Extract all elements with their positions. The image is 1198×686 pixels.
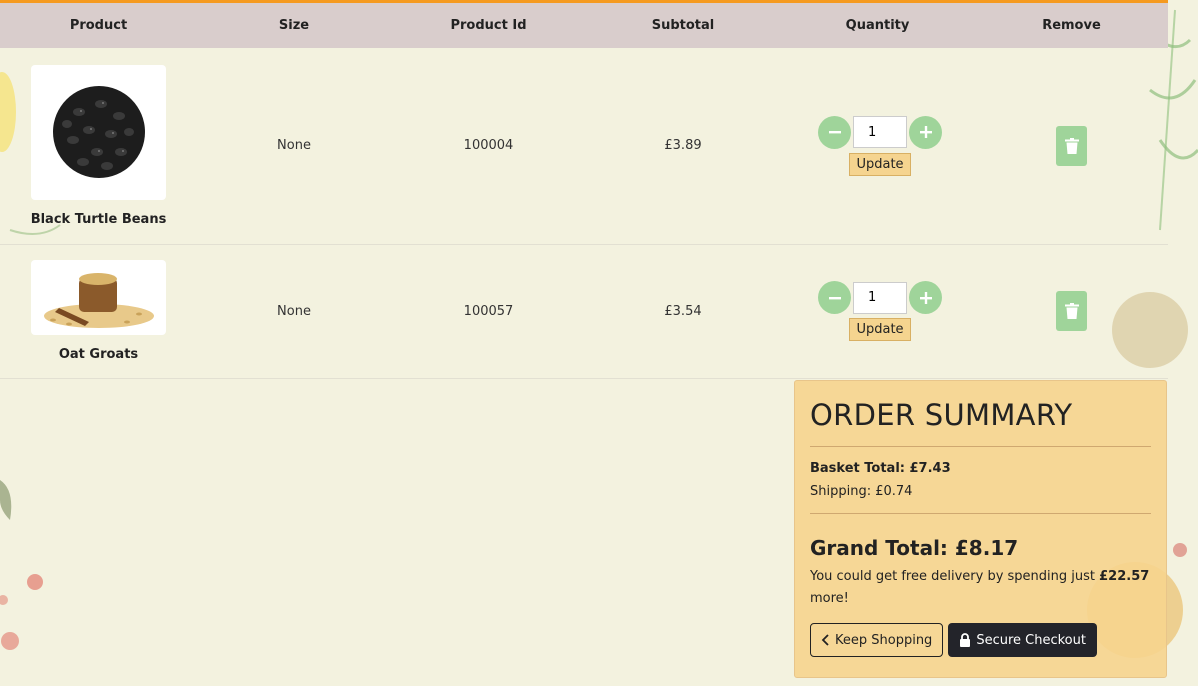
table-header-row: Product Size Product Id Subtotal Quantit…: [0, 3, 1168, 48]
plus-icon: [919, 291, 932, 304]
secure-checkout-button[interactable]: Secure Checkout: [948, 623, 1097, 657]
product-cell: Black Turtle Beans: [0, 48, 197, 245]
size-cell: None: [197, 244, 391, 379]
subtotal-cell: £3.89: [586, 48, 780, 245]
header-subtotal: Subtotal: [586, 3, 780, 48]
quantity-input[interactable]: [853, 281, 907, 314]
table-row: Black Turtle Beans None 100004 £3.89 1 U…: [0, 48, 1168, 245]
minus-icon: [828, 296, 841, 299]
decrease-quantity-button[interactable]: [818, 115, 851, 149]
basket-total: Basket Total: £7.43: [810, 461, 951, 476]
remove-item-button[interactable]: [1056, 291, 1087, 331]
secure-checkout-label: Secure Checkout: [976, 632, 1086, 648]
header-product-id: Product Id: [391, 3, 586, 48]
remove-cell: [975, 244, 1168, 379]
subtotal-cell: £3.54: [586, 244, 780, 379]
summary-divider: [810, 446, 1151, 447]
chevron-left-icon: [821, 634, 829, 646]
header-product: Product: [0, 3, 197, 48]
order-summary-title: ORDER SUMMARY: [810, 398, 1073, 432]
grand-total: Grand Total: £8.17: [810, 536, 1019, 560]
quantity-cell: Update: [780, 244, 975, 379]
trash-icon: [1064, 303, 1079, 319]
decrease-quantity-button[interactable]: [818, 281, 851, 314]
keep-shopping-label: Keep Shopping: [835, 632, 933, 648]
minus-icon: [828, 131, 841, 134]
black-beans-image[interactable]: [31, 64, 166, 200]
increase-quantity-button[interactable]: [909, 115, 942, 149]
quantity-cell: Update: [780, 48, 975, 245]
lock-icon: [960, 633, 971, 647]
black-beans-icon: [52, 86, 145, 179]
basket-table: Product Size Product Id Subtotal Quantit…: [0, 3, 1168, 379]
plus-icon: [919, 126, 932, 139]
update-button[interactable]: Update: [849, 318, 911, 341]
header-size: Size: [197, 3, 391, 48]
free-delivery-note: You could get free delivery by spending …: [810, 569, 1150, 606]
quantity-input[interactable]: [853, 116, 907, 149]
header-remove: Remove: [975, 3, 1168, 48]
header-quantity: Quantity: [780, 3, 975, 48]
oat-groats-image[interactable]: [31, 260, 166, 335]
table-row: Oat Groats None 100057 £3.54 Upd: [0, 244, 1168, 379]
product-cell: Oat Groats: [0, 244, 197, 379]
remove-item-button[interactable]: [1056, 125, 1087, 166]
remove-cell: [975, 48, 1168, 245]
quantity-stepper: [818, 115, 942, 149]
summary-divider: [810, 513, 1151, 514]
size-cell: None: [197, 48, 391, 245]
product-name[interactable]: Oat Groats: [0, 347, 197, 362]
trash-icon: [1064, 137, 1079, 154]
product-id-cell: 100057: [391, 244, 586, 379]
keep-shopping-button[interactable]: Keep Shopping: [810, 623, 944, 657]
product-id-cell: 100004: [391, 48, 586, 245]
update-button[interactable]: Update: [849, 152, 911, 176]
increase-quantity-button[interactable]: [909, 281, 942, 314]
order-summary-panel: ORDER SUMMARY Basket Total: £7.43 Shippi…: [794, 380, 1167, 678]
product-name[interactable]: Black Turtle Beans: [0, 212, 197, 227]
quantity-stepper: [818, 281, 942, 314]
oat-groats-icon: [43, 272, 154, 328]
shipping-cost: Shipping: £0.74: [810, 484, 913, 499]
